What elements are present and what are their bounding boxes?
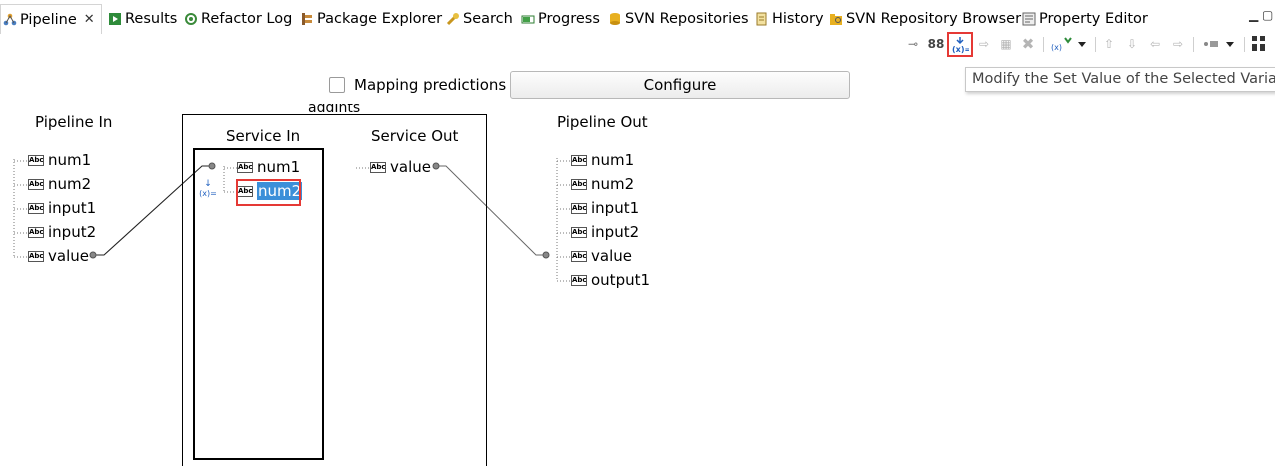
pipeline-out-item[interactable]: Abc value	[571, 247, 632, 265]
set-value-marker-icon: ↓ (x)=	[199, 179, 217, 199]
item-label: num1	[48, 151, 92, 169]
pipeline-editor: Pipeline ✕ Results Refactor Log Package …	[0, 0, 1275, 466]
pipeline-in-item[interactable]: Abc value	[28, 247, 89, 265]
item-label: value	[48, 247, 89, 265]
string-type-icon: Abc	[571, 202, 587, 214]
item-label: input1	[591, 199, 640, 217]
item-label: input2	[591, 223, 640, 241]
service-name: addInts	[308, 104, 361, 116]
service-out-title: Service Out	[371, 127, 459, 145]
map-handle[interactable]	[89, 251, 97, 259]
set-value-marker-label: (x)=	[199, 189, 217, 198]
string-type-icon: Abc	[28, 202, 44, 214]
down-arrow-icon: ↓	[204, 179, 212, 189]
item-label: output1	[591, 271, 651, 289]
service-in-title: Service In	[226, 127, 301, 145]
string-type-icon: Abc	[28, 226, 44, 238]
string-type-icon: Abc	[571, 274, 587, 286]
pipeline-in-item[interactable]: Abc input2	[28, 223, 96, 241]
string-type-icon: Abc	[370, 161, 386, 173]
string-type-icon: Abc	[571, 154, 587, 166]
item-label: input1	[48, 199, 97, 217]
string-type-icon: Abc	[571, 226, 587, 238]
pipeline-in-title: Pipeline In	[35, 113, 113, 131]
string-type-icon: Abc	[571, 178, 587, 190]
pipeline-out-item[interactable]: Abc num2	[571, 175, 634, 193]
string-type-icon: Abc	[28, 178, 44, 190]
annotation-highlight	[236, 179, 301, 206]
item-label: input2	[48, 223, 97, 241]
item-label: value	[591, 247, 632, 265]
pipeline-out-item[interactable]: Abc output1	[571, 271, 650, 289]
pipeline-in-item[interactable]: Abc num2	[28, 175, 91, 193]
service-in-item[interactable]: Abc num1	[237, 158, 300, 176]
string-type-icon: Abc	[28, 250, 44, 262]
item-label: num2	[48, 175, 92, 193]
pipeline-out-item[interactable]: Abc input1	[571, 199, 639, 217]
pipeline-in-item[interactable]: Abc num1	[28, 151, 91, 169]
map-handle[interactable]	[542, 251, 550, 259]
pipeline-out-item[interactable]: Abc num1	[571, 151, 634, 169]
string-type-icon: Abc	[237, 161, 253, 173]
item-label: num1	[591, 151, 635, 169]
item-label: value	[390, 158, 431, 176]
item-label: num2	[591, 175, 635, 193]
string-type-icon: Abc	[28, 154, 44, 166]
string-type-icon: Abc	[571, 250, 587, 262]
service-out-item[interactable]: Abc value	[370, 158, 431, 176]
pipeline-out-item[interactable]: Abc input2	[571, 223, 639, 241]
pipeline-out-title: Pipeline Out	[557, 113, 648, 131]
pipeline-in-item[interactable]: Abc input1	[28, 199, 96, 217]
item-label: num1	[257, 158, 301, 176]
